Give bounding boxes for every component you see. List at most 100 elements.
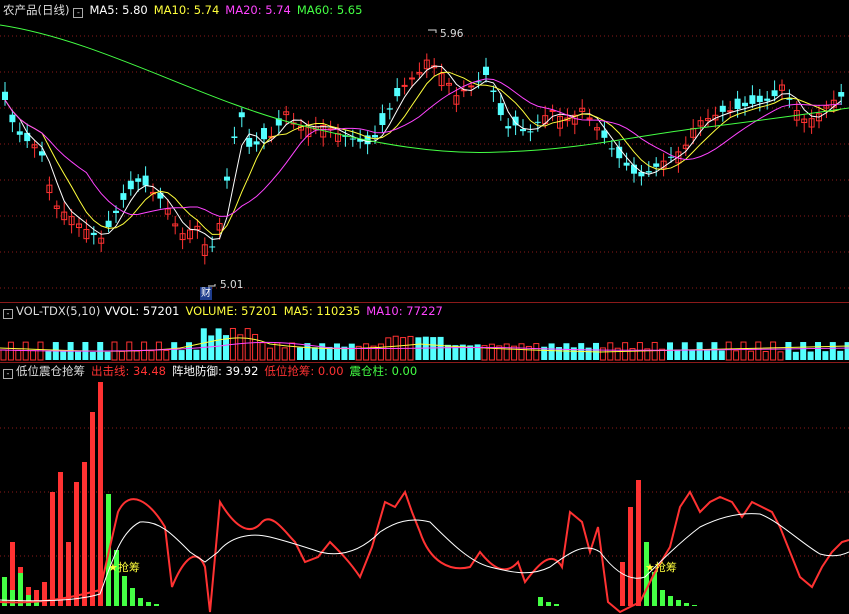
- volume-bar: [474, 344, 481, 360]
- shake-bar: [692, 605, 697, 606]
- shake-bar: [10, 590, 15, 606]
- volume-bar: [733, 350, 740, 361]
- volume-bar: [319, 343, 326, 360]
- volume-bar: [75, 351, 81, 360]
- volume-bar: [171, 342, 178, 360]
- volume-bar: [437, 336, 444, 360]
- shake-bar: [668, 596, 673, 606]
- low-grab-bar: [620, 562, 625, 606]
- low-grab-bar: [98, 382, 103, 606]
- price-chart-pane[interactable]: 农产品(日线) - MA5: 5.80 MA10: 5.74 MA20: 5.74 MA6…: [0, 0, 849, 302]
- candle: [838, 92, 845, 97]
- volume-bar: [770, 341, 777, 361]
- volume-bar: [718, 350, 725, 360]
- candle: [771, 90, 778, 97]
- collapse-icon[interactable]: -: [73, 8, 84, 18]
- candle: [253, 141, 260, 145]
- low-pointer: [208, 284, 216, 287]
- vol-ma10-label: MA10: 77227: [366, 304, 443, 318]
- volume-pane[interactable]: - VOL-TDX(5,10) VVOL: 57201 VOLUME: 57201 MA…: [0, 302, 849, 362]
- candle: [623, 162, 630, 166]
- candle: [505, 126, 512, 129]
- indicator-pane[interactable]: - 低位震仓抢筹 出击线: 34.48 阵地防御: 39.92 低位抢筹: 0.00 震仓…: [0, 362, 849, 614]
- low-grab-bar: [82, 462, 87, 606]
- candle: [231, 136, 238, 138]
- candle: [9, 114, 16, 123]
- candle: [756, 95, 763, 103]
- volume-bar: [755, 341, 762, 361]
- ma20-line: [4, 78, 842, 217]
- candle: [16, 131, 23, 135]
- shake-bar: [660, 590, 665, 606]
- price-pane-header: 农产品(日线) - MA5: 5.80 MA10: 5.74 MA20: 5.74 MA6…: [3, 3, 368, 18]
- candle: [386, 108, 393, 110]
- shake-bar: [676, 600, 681, 606]
- volume-bar: [844, 342, 849, 360]
- shake-bar: [546, 602, 551, 606]
- volume-bar: [348, 343, 355, 360]
- signal-label: ★抢筹: [108, 561, 140, 574]
- volume-bar: [725, 341, 732, 361]
- volume-bar: [334, 343, 340, 360]
- low-grab-bar: [42, 582, 47, 606]
- candle: [2, 91, 8, 100]
- candle: [105, 220, 112, 228]
- candle: [349, 138, 356, 140]
- shake-bar: [154, 604, 159, 606]
- volume-bar: [15, 349, 22, 361]
- volume-bar: [777, 351, 784, 361]
- indicator-pane-header: - 低位震仓抢筹 出击线: 34.48 阵地防御: 39.92 低位抢筹: 0.00 震仓…: [3, 364, 423, 379]
- high-pointer: [428, 29, 437, 33]
- volume-bar: [667, 342, 673, 360]
- volume-bar: [104, 351, 111, 360]
- candlestick-chart[interactable]: [0, 0, 849, 302]
- vvol-label: VVOL: 57201: [104, 304, 180, 318]
- candle: [608, 148, 615, 150]
- candle: [668, 156, 674, 158]
- candle: [394, 88, 401, 97]
- candle: [127, 180, 134, 190]
- candle: [653, 163, 660, 167]
- candle: [497, 103, 504, 116]
- volume-bar: [0, 349, 7, 361]
- candle: [379, 113, 386, 125]
- candle: [734, 98, 741, 109]
- volume-bar: [689, 349, 696, 360]
- shake-bar-label: 震仓柱: 0.00: [349, 364, 418, 378]
- candle: [120, 193, 127, 200]
- candle: [113, 210, 119, 213]
- volume-bar: [829, 342, 836, 360]
- candle: [261, 128, 267, 140]
- financial-report-badge[interactable]: 财: [200, 287, 212, 300]
- low-grab-bar: [58, 472, 63, 606]
- volume-bar: [163, 349, 170, 361]
- volume-bar: [533, 343, 540, 361]
- volume-bar: [363, 343, 370, 361]
- candle: [24, 132, 31, 142]
- collapse-icon[interactable]: -: [3, 309, 13, 319]
- volume-bar: [208, 335, 215, 360]
- candle: [483, 66, 489, 75]
- volume-label: VOLUME: 57201: [185, 304, 278, 318]
- candle: [719, 105, 726, 112]
- volume-bar: [266, 347, 273, 361]
- shake-bar: [538, 597, 543, 606]
- volume-bar: [430, 337, 437, 360]
- candle: [742, 102, 748, 107]
- volume-bar: [186, 342, 192, 360]
- candle: [135, 178, 142, 182]
- ma10-line: [4, 71, 842, 235]
- candle: [224, 176, 230, 181]
- low-grab-bar: [74, 482, 79, 606]
- shake-bar: [554, 604, 559, 606]
- low-grab-bar: [628, 507, 633, 606]
- candle: [238, 112, 245, 118]
- volume-bar: [800, 342, 807, 360]
- collapse-icon[interactable]: -: [3, 369, 13, 379]
- high-price-marker: 5.96: [440, 28, 464, 40]
- volume-bar: [7, 341, 14, 361]
- indicator-title: 低位震仓抢筹: [16, 364, 85, 378]
- ma60-line: [0, 24, 849, 154]
- low-grab-bar: [50, 492, 55, 606]
- volume-pane-header: - VOL-TDX(5,10) VVOL: 57201 VOLUME: 57201 MA…: [3, 304, 449, 319]
